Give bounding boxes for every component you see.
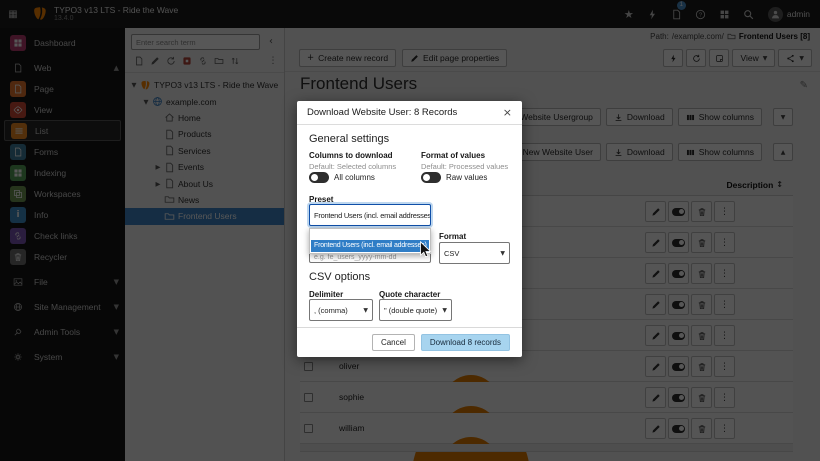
typo3-backend: ▦ TYPO3 v13 LTS - Ride the Wave 13.4.0 ★… <box>0 0 820 461</box>
columns-to-download-label: Columns to download <box>309 151 393 160</box>
raw-values-toggle-row: Raw values <box>421 172 487 183</box>
all-columns-toggle[interactable] <box>309 172 329 183</box>
quote-character-label: Quote character <box>379 290 440 299</box>
chevron-down-icon: ▼ <box>439 307 447 314</box>
format-select[interactable]: CSV ▼ <box>439 242 510 264</box>
preset-dropdown-list: Frontend Users (incl. email addresses) <box>309 228 431 254</box>
format-label: Format <box>439 232 466 241</box>
columns-default-text: Default: Selected columns <box>309 162 396 171</box>
preset-dropdown-option[interactable]: Frontend Users (incl. email addresses) <box>311 240 429 252</box>
format-of-values-label: Format of values <box>421 151 485 160</box>
cancel-button[interactable]: Cancel <box>372 334 415 351</box>
preset-label: Preset <box>309 195 333 204</box>
close-icon[interactable]: × <box>503 107 512 118</box>
values-default-text: Default: Processed values <box>421 162 508 171</box>
download-records-button[interactable]: Download 8 records <box>421 334 510 351</box>
chevron-down-icon: ▼ <box>360 307 368 314</box>
modal-title: Download Website User: 8 Records <box>307 107 457 118</box>
delimiter-label: Delimiter <box>309 290 343 299</box>
quote-character-select[interactable]: " (double quote) ▼ <box>379 299 452 321</box>
general-settings-heading: General settings <box>309 133 389 145</box>
preset-select[interactable]: Frontend Users (incl. email addresses) ▼ <box>309 204 431 226</box>
raw-values-toggle[interactable] <box>421 172 441 183</box>
chevron-down-icon: ▼ <box>497 250 505 257</box>
all-columns-toggle-row: All columns <box>309 172 375 183</box>
csv-options-heading: CSV options <box>309 271 370 283</box>
delimiter-select[interactable]: , (comma) ▼ <box>309 299 373 321</box>
